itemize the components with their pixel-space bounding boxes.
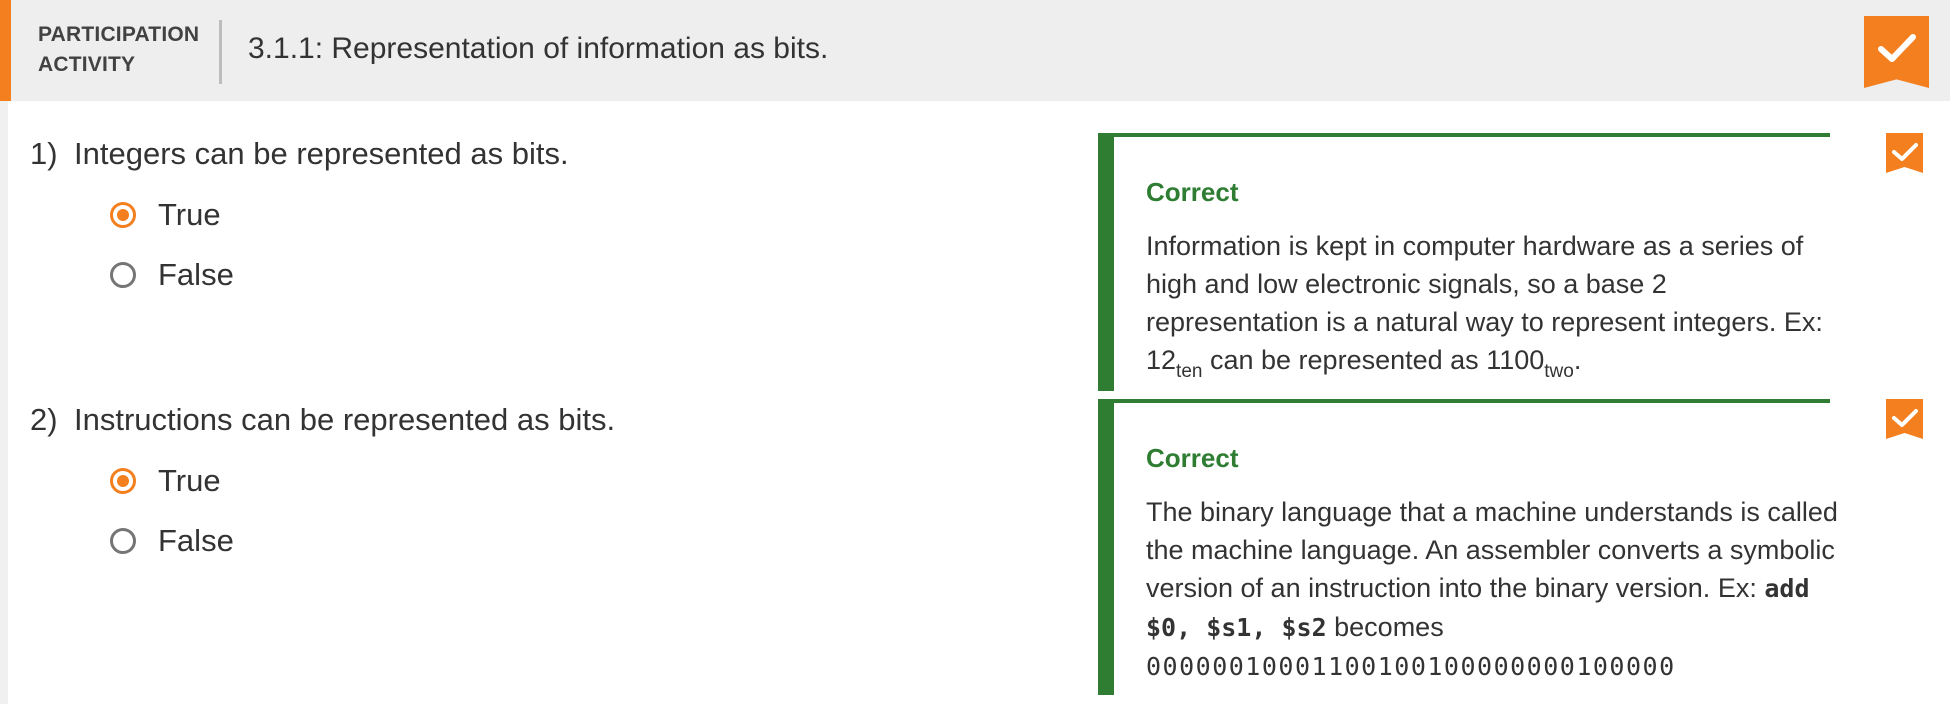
choice-true[interactable]: True: [110, 195, 221, 235]
choice-label: True: [158, 197, 221, 232]
example-prefix: Ex:: [1717, 573, 1757, 603]
example-middle: can be represented as: [1209, 345, 1479, 375]
question-complete-check-icon: [1886, 399, 1923, 439]
activity-title: 3.1.1: Representation of information as …: [248, 32, 829, 65]
activity-type-line1: PARTICIPATION: [38, 23, 200, 46]
activity-type-label: PARTICIPATION ACTIVITY: [38, 20, 199, 80]
choice-false[interactable]: False: [110, 255, 234, 295]
question-text: Integers can be represented as bits.: [74, 136, 569, 171]
question-number: 1): [30, 136, 58, 171]
feedback-text: Information is kept in computer hardware…: [1146, 227, 1846, 382]
activity-header: PARTICIPATION ACTIVITY 3.1.1: Representa…: [0, 0, 1950, 101]
participation-activity: PARTICIPATION ACTIVITY 3.1.1: Representa…: [0, 0, 1950, 704]
feedback-panel: Correct The binary language that a machi…: [1098, 399, 1838, 695]
feedback-panel: Correct Information is kept in computer …: [1098, 133, 1830, 391]
feedback-status: Correct: [1146, 177, 1239, 207]
example-becomes: becomes: [1334, 612, 1444, 642]
completion-check-icon: [1864, 16, 1929, 88]
radio-unselected-icon[interactable]: [110, 262, 136, 288]
example-subscript-1: ten: [1176, 361, 1203, 382]
radio-selected-icon[interactable]: [110, 468, 136, 494]
radio-unselected-icon[interactable]: [110, 528, 136, 554]
choice-label: False: [158, 523, 234, 558]
question-number: 2): [30, 402, 58, 437]
example-subscript-2: two: [1544, 361, 1574, 382]
example-value-2: 1100: [1486, 345, 1545, 375]
activity-type-line2: ACTIVITY: [38, 53, 136, 76]
choice-true[interactable]: True: [110, 461, 221, 501]
question-text: Instructions can be represented as bits.: [74, 402, 616, 437]
feedback-text: The binary language that a machine under…: [1146, 493, 1846, 686]
radio-selected-icon[interactable]: [110, 202, 136, 228]
example-binary: 00000010001100100100000000100000: [1146, 652, 1676, 681]
question-complete-check-icon: [1886, 133, 1923, 173]
feedback-status: Correct: [1146, 443, 1239, 473]
header-divider: [219, 20, 222, 84]
choice-label: True: [158, 463, 221, 498]
example-end: .: [1573, 345, 1582, 375]
choice-label: False: [158, 257, 234, 292]
choice-false[interactable]: False: [110, 521, 234, 561]
example-value-1: 12: [1146, 345, 1177, 375]
header-accent-bar: [0, 0, 11, 101]
feedback-body: Information is kept in computer hardware…: [1146, 231, 1823, 337]
